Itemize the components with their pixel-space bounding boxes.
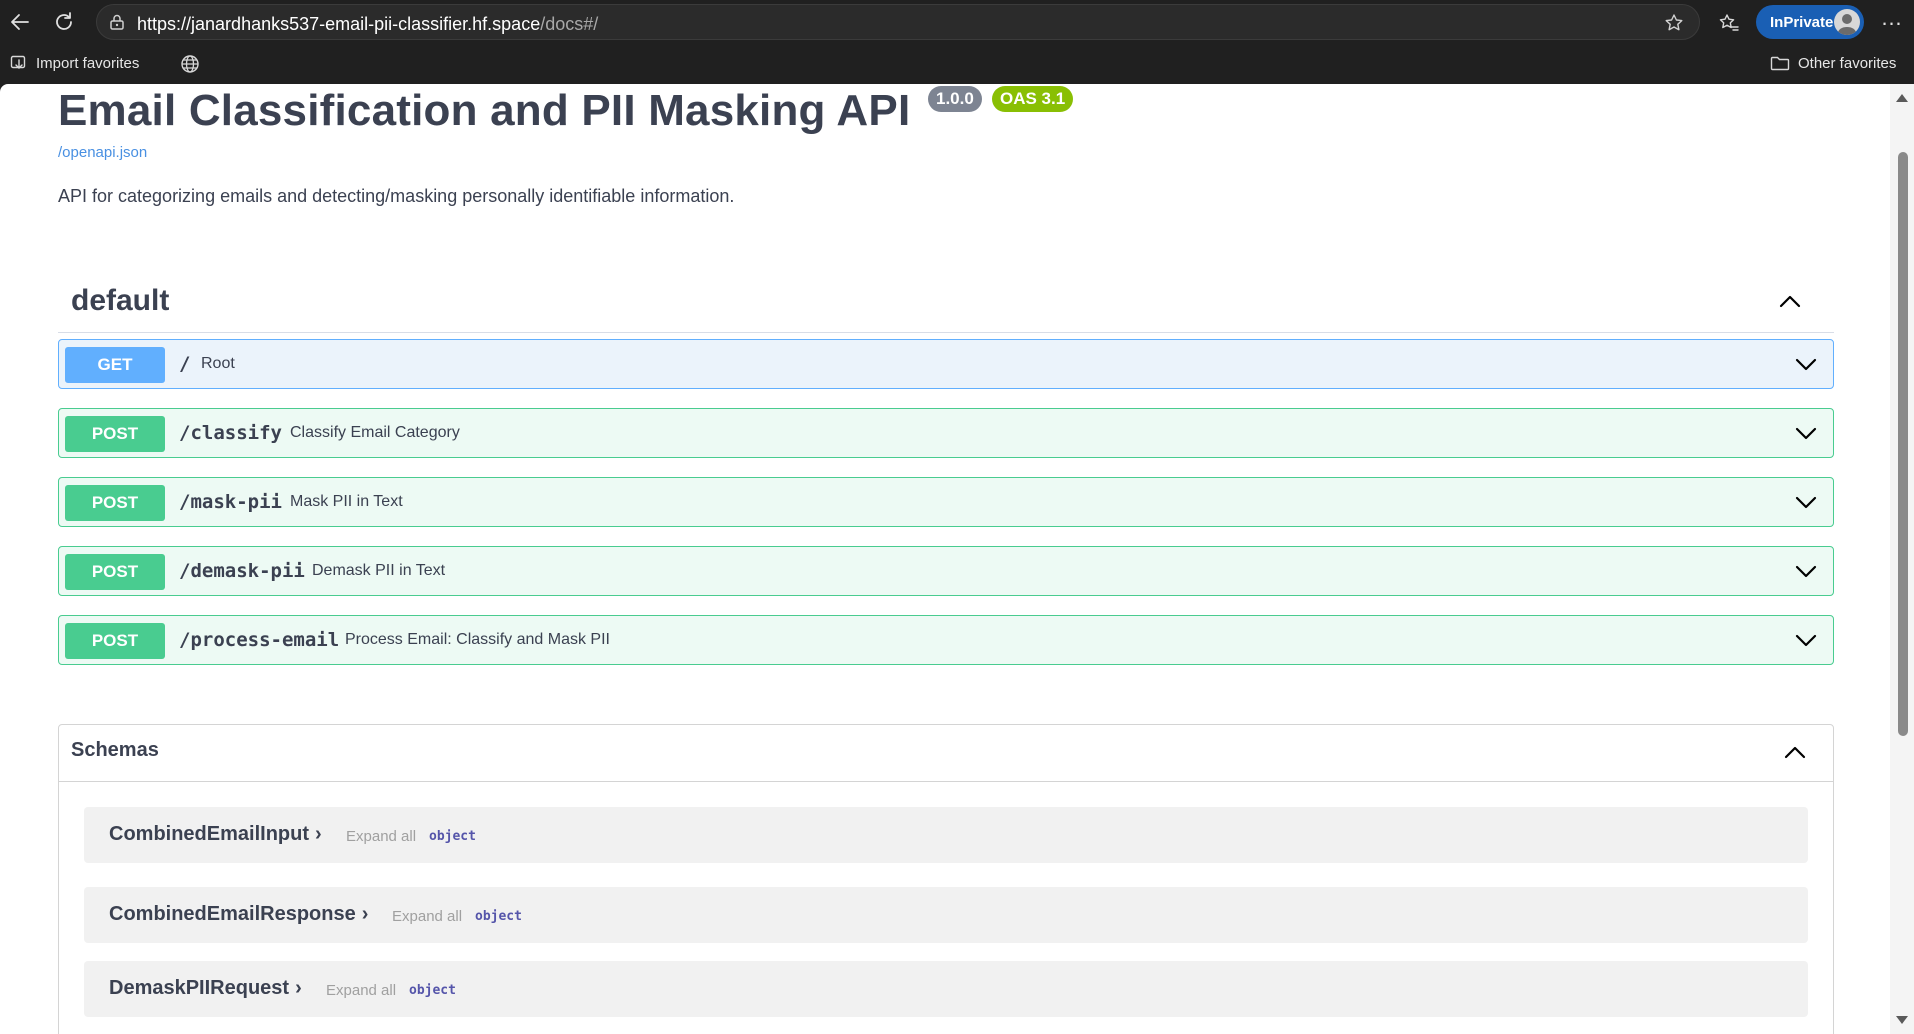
expand-all-link[interactable]: Expand all (346, 828, 416, 845)
method-badge: POST (65, 554, 165, 590)
add-favorite-star-icon[interactable] (1663, 12, 1685, 34)
favorites-bar: Import favorites Other favorites (0, 44, 1914, 84)
schema-model-demask-pii-request[interactable]: DemaskPIIRequest › Expand all object (84, 961, 1808, 1017)
operation-summary: Process Email: Classify and Mask PII (345, 631, 610, 648)
operation-get-root[interactable]: GET / Root (58, 339, 1834, 389)
operation-path: / (179, 353, 191, 375)
chevron-down-icon[interactable] (1793, 627, 1819, 653)
schema-name[interactable]: CombinedEmailResponse › (109, 903, 368, 926)
address-bar[interactable]: https://janardhanks537-email-pii-classif… (96, 4, 1700, 40)
settings-more-button[interactable]: … (1878, 7, 1906, 35)
site-info-lock-icon[interactable] (107, 12, 127, 32)
schema-type: object (409, 983, 456, 998)
operation-post-process-email[interactable]: POST /process-email Process Email: Class… (58, 615, 1834, 665)
method-badge: POST (65, 416, 165, 452)
schema-model-combined-email-input[interactable]: CombinedEmailInput › Expand all object (84, 807, 1808, 863)
vertical-scrollbar[interactable] (1890, 84, 1914, 1034)
schemas-section: Schemas CombinedEmailInput › Expand all o… (58, 724, 1834, 1034)
scroll-down-arrow-icon[interactable] (1896, 1016, 1908, 1024)
profile-avatar (1834, 9, 1860, 35)
operation-post-classify[interactable]: POST /classify Classify Email Category (58, 408, 1834, 458)
schema-name-text: CombinedEmailInput (109, 823, 309, 845)
operation-path: /mask-pii (179, 491, 282, 513)
operation-summary: Mask PII in Text (290, 493, 403, 510)
tag-name: default (71, 284, 170, 317)
chevron-up-icon[interactable] (1776, 288, 1804, 316)
browser-toolbar: https://janardhanks537-email-pii-classif… (0, 0, 1914, 44)
chevron-right-icon: › (361, 903, 369, 925)
schema-type: object (475, 909, 522, 924)
info-header: Email Classification and PII Masking API… (58, 84, 1834, 136)
schemas-header[interactable]: Schemas (59, 725, 1833, 782)
chevron-down-icon[interactable] (1793, 351, 1819, 377)
operation-summary: Demask PII in Text (312, 562, 446, 579)
inprivate-label: InPrivate (1770, 14, 1834, 31)
oas-badge: OAS 3.1 (992, 86, 1074, 112)
chevron-down-icon[interactable] (1793, 420, 1819, 446)
operation-post-mask-pii[interactable]: POST /mask-pii Mask PII in Text (58, 477, 1834, 527)
operation-summary: Classify Email Category (290, 424, 460, 441)
import-icon (10, 55, 26, 69)
arrow-left-icon (11, 14, 29, 30)
schema-name-text: CombinedEmailResponse (109, 903, 356, 925)
url-main: https://janardhanks537-email-pii-classif… (137, 14, 541, 34)
operation-path: /demask-pii (179, 560, 305, 582)
favorites-button[interactable] (1716, 10, 1742, 36)
tag-section-default[interactable]: default (58, 274, 1834, 333)
chevron-right-icon: › (315, 823, 322, 845)
schema-name[interactable]: DemaskPIIRequest › (109, 977, 302, 1000)
url-path: /docs#/ (540, 14, 599, 34)
refresh-icon (56, 12, 72, 30)
method-badge: GET (65, 347, 165, 383)
operation-path: /classify (179, 422, 282, 444)
refresh-button[interactable] (50, 8, 78, 36)
method-badge: POST (65, 623, 165, 659)
favorites-star-list-icon (1719, 14, 1739, 31)
inprivate-button[interactable]: InPrivate (1756, 5, 1864, 39)
globe-bookmark-item[interactable] (180, 54, 208, 74)
scroll-thumb[interactable] (1898, 152, 1908, 736)
other-favorites-item[interactable]: Other favorites (1770, 54, 1896, 72)
globe-icon (181, 55, 199, 73)
chevron-right-icon: › (295, 977, 302, 999)
other-favorites-label: Other favorites (1798, 54, 1897, 72)
version-badge: 1.0.0 (928, 86, 982, 112)
operation-summary: Root (201, 355, 235, 372)
chevron-down-icon[interactable] (1793, 489, 1819, 515)
page-title: Email Classification and PII Masking API (58, 86, 911, 135)
operation-path: /process-email (179, 629, 340, 651)
chevron-up-icon[interactable] (1781, 739, 1809, 767)
chevron-down-icon[interactable] (1793, 558, 1819, 584)
page-viewport: Email Classification and PII Masking API… (0, 84, 1914, 1034)
schema-model-combined-email-response[interactable]: CombinedEmailResponse › Expand all object (84, 887, 1808, 943)
url-text: https://janardhanks537-email-pii-classif… (137, 14, 598, 35)
expand-all-link[interactable]: Expand all (326, 982, 396, 999)
expand-all-link[interactable]: Expand all (392, 908, 462, 925)
operation-post-demask-pii[interactable]: POST /demask-pii Demask PII in Text (58, 546, 1834, 596)
api-description: API for categorizing emails and detectin… (58, 186, 735, 206)
schemas-title: Schemas (71, 739, 159, 761)
back-button[interactable] (6, 8, 34, 36)
openapi-json-link[interactable]: /openapi.json (58, 144, 147, 161)
import-favorites-label: Import favorites (36, 54, 140, 72)
method-badge: POST (65, 485, 165, 521)
schema-name-text: DemaskPIIRequest (109, 977, 290, 999)
scroll-up-arrow-icon[interactable] (1896, 94, 1908, 102)
schema-name[interactable]: CombinedEmailInput › (109, 823, 322, 846)
schema-type: object (429, 829, 476, 844)
folder-icon (1770, 56, 1790, 71)
import-favorites-item[interactable]: Import favorites (10, 54, 139, 72)
